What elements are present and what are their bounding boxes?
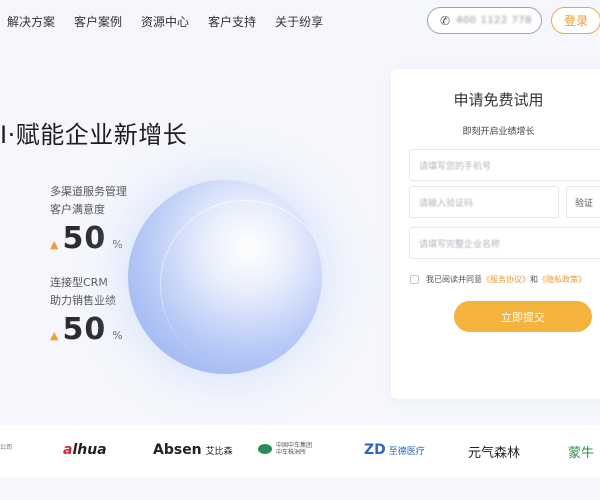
stat-value: 50 [62,221,107,256]
form-subtitle: 即刻开启业绩增长 [462,127,535,137]
phone-placeholder: 请填写您的手机号 [419,161,492,172]
client-logo-bar: 公司 a lhua Absen 艾比森 中国中车集团 中车株洲所 ZD 至德医疗 元气森… [0,425,600,477]
stat-unit: % [112,329,123,342]
logo-absen: Absen 艾比森 [153,442,233,458]
trial-form-card: 申请免费试用 即刻开启业绩增长 请填写您的手机号 请输入验证码 验证 请填写完整… [391,69,600,399]
cdr-emblem-icon [258,444,272,454]
hero-title: I·赋能企业新增长 [0,121,188,149]
stat-label-line1: 多渠道服务管理 [50,185,127,198]
privacy-policy-link[interactable]: 《隐私政策》 [538,274,586,285]
nav-item-resources[interactable]: 资源中心 [141,13,189,30]
agree-checkbox[interactable] [410,275,419,284]
logo-zd: ZD 至德医疗 [364,442,425,458]
agree-and-text: 和 [530,275,538,284]
company-input[interactable]: 请填写完整企业名称 [409,227,600,259]
stat-label-line2: 助力销售业绩 [50,294,116,307]
service-agreement-link[interactable]: 《服务协议》 [482,274,530,285]
stat-block-service: 多渠道服务管理 客户满意度 ▲ 50 % [50,183,127,256]
logo-partial: 公司 [0,444,13,451]
stat-label-line2: 客户满意度 [50,203,105,216]
phone-input[interactable]: 请填写您的手机号 [409,149,600,181]
phone-number: 400 1122 778 [456,15,533,26]
code-placeholder: 请输入验证码 [419,198,474,209]
stat-block-crm: 连接型CRM 助力销售业绩 ▲ 50 % [50,274,123,347]
company-placeholder: 请填写完整企业名称 [419,239,501,250]
code-input[interactable]: 请输入验证码 [409,186,559,218]
nav-item-support[interactable]: 客户支持 [208,13,256,30]
nav-item-about[interactable]: 关于纷享 [275,13,323,30]
nav-item-cases[interactable]: 客户案例 [74,13,122,30]
get-code-button[interactable]: 验证 [566,186,600,218]
submit-button[interactable]: 立即提交 [454,301,592,332]
logo-yuanqisenlin: 元气森林 [468,446,521,461]
up-arrow-icon: ▲ [50,329,59,342]
form-title: 申请免费试用 [453,91,544,109]
nav-item-solutions[interactable]: 解决方案 [7,13,55,30]
phone-button[interactable]: ✆ 400 1122 778 [427,7,542,34]
logo-mengniu: 蒙牛 [568,446,595,461]
phone-icon: ✆ [440,13,451,28]
agree-text: 我已阅读并同意 [426,275,482,284]
stat-label-line1: 连接型CRM [50,276,108,289]
stat-value: 50 [62,312,107,347]
agreement-row: 我已阅读并同意 《服务协议》 和 《隐私政策》 [410,274,586,285]
stat-unit: % [112,238,123,251]
logo-cdr: 中国中车集团 中车株洲所 [258,442,312,456]
logo-dahua: a lhua [63,442,107,458]
login-button[interactable]: 登录 [551,7,600,34]
up-arrow-icon: ▲ [50,238,59,251]
